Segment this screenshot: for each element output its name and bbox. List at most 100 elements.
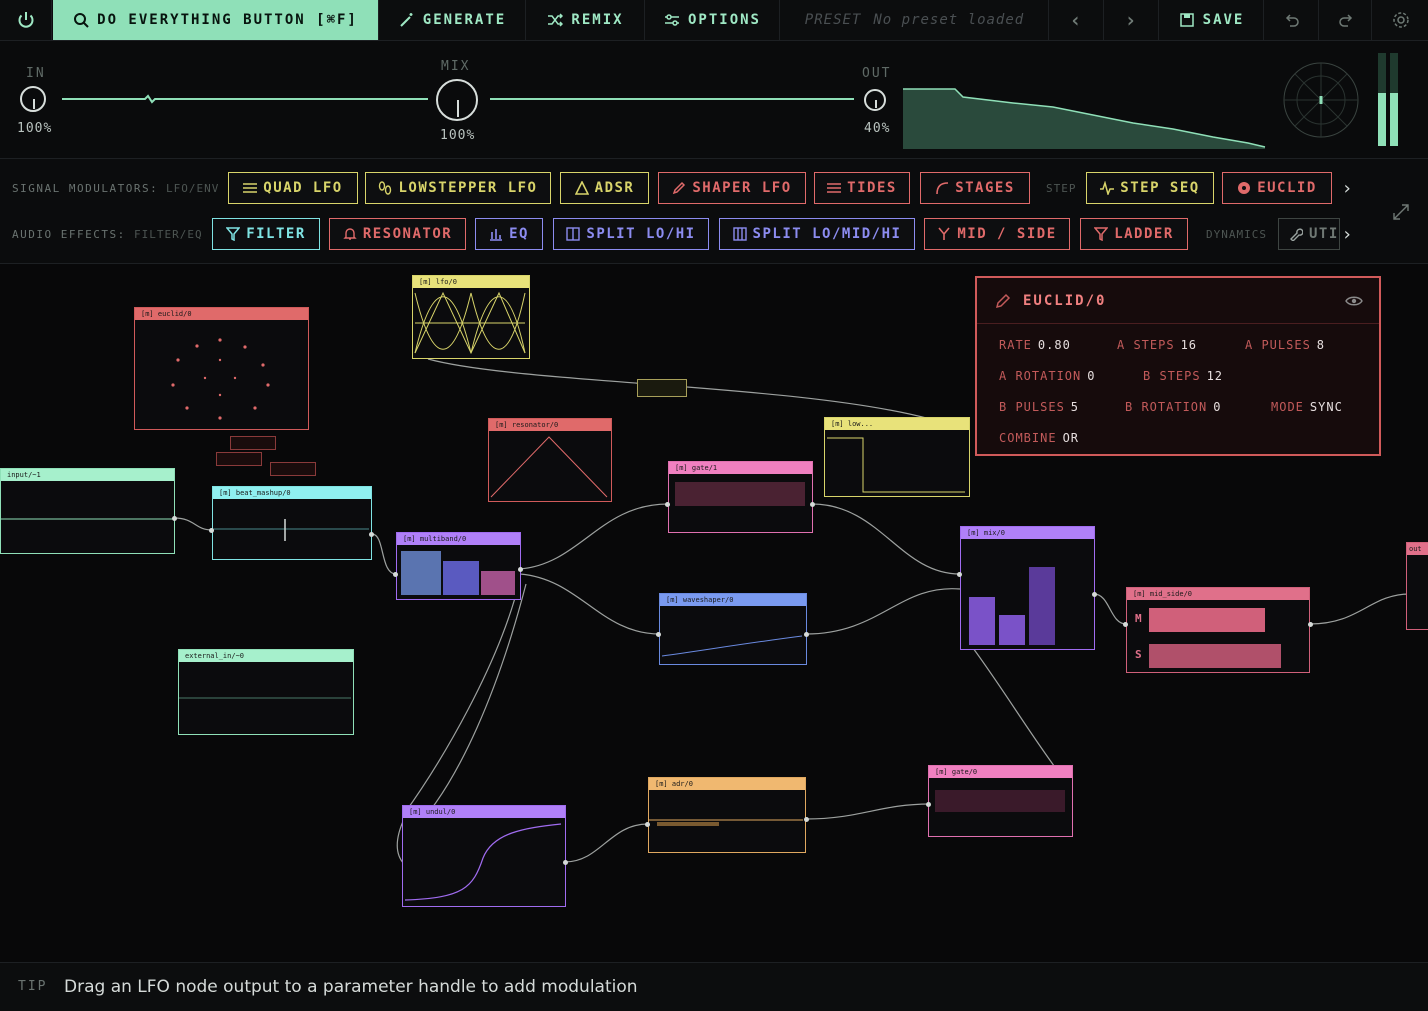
node-gate-1[interactable]: [m] gate/1 [668, 461, 813, 533]
output-waveform [490, 98, 854, 100]
filter-button[interactable]: FILTER [212, 218, 320, 250]
step-seq-button[interactable]: STEP SEQ [1086, 172, 1214, 204]
modulation-amount-pill[interactable] [216, 452, 262, 466]
output-port[interactable] [1308, 622, 1313, 627]
generate-button[interactable]: GENERATE [380, 0, 526, 40]
param-mode[interactable]: MODE SYNC [1271, 400, 1343, 414]
node-euclid[interactable]: [m] euclid/0 [134, 307, 309, 430]
chevron-right-icon: › [1341, 223, 1353, 245]
preset-field[interactable]: PRESET No preset loaded [781, 0, 1049, 40]
output-port[interactable] [563, 860, 568, 865]
input-port[interactable] [645, 822, 650, 827]
param-b-rotation[interactable]: B ROTATION 0 [1125, 400, 1221, 414]
node-input[interactable]: input/~1 [0, 468, 175, 554]
inspector-header: EUCLID/0 [977, 278, 1379, 324]
redo-button[interactable] [1320, 0, 1372, 40]
lowstepper-lfo-label: LOWSTEPPER LFO [398, 180, 538, 196]
modulation-amount-pill[interactable] [637, 379, 687, 397]
quad-lfo-button[interactable]: QUAD LFO [228, 172, 358, 204]
output-port[interactable] [804, 632, 809, 637]
input-port[interactable] [1123, 622, 1128, 627]
param-rate[interactable]: RATE 0.80 [999, 338, 1071, 352]
options-button[interactable]: OPTIONS [646, 0, 780, 40]
preset-prev-button[interactable]: ‹ [1050, 0, 1104, 40]
param-key: COMBINE [999, 431, 1057, 445]
node-adr[interactable]: [m] adr/0 [648, 777, 806, 853]
input-knob[interactable] [20, 86, 46, 112]
node-resonator[interactable]: [m] resonator/0 [488, 418, 612, 502]
output-port[interactable] [810, 502, 815, 507]
remix-button[interactable]: REMIX [527, 0, 645, 40]
mid-level-bar[interactable] [1149, 608, 1265, 632]
param-b-pulses[interactable]: B PULSES 5 [999, 400, 1079, 414]
param-b-steps[interactable]: B STEPS 12 [1143, 369, 1223, 383]
preset-next-button[interactable]: › [1105, 0, 1159, 40]
param-a-rotation[interactable]: A ROTATION 0 [999, 369, 1095, 383]
shaper-lfo-button[interactable]: SHAPER LFO [658, 172, 806, 204]
gate-level-bar [675, 482, 805, 506]
waveshaper-curve [661, 635, 803, 657]
adsr-button[interactable]: ADSR [560, 172, 649, 204]
columns-icon [566, 227, 581, 241]
node-mix[interactable]: [m] mix/0 [960, 526, 1095, 650]
node-waveshaper[interactable]: [m] waveshaper/0 [659, 593, 807, 665]
output-port[interactable] [518, 567, 523, 572]
modulation-amount-pill[interactable] [230, 436, 276, 450]
save-button[interactable]: SAVE [1160, 0, 1264, 40]
euclid-button[interactable]: EUCLID [1222, 172, 1332, 204]
side-level-bar[interactable] [1149, 644, 1281, 668]
node-beat-mashup[interactable]: [m] beat_mashup/0 [212, 486, 372, 560]
node-external-in[interactable]: external_in/~0 [178, 649, 354, 735]
output-port[interactable] [369, 532, 374, 537]
param-value: SYNC [1309, 400, 1343, 414]
param-a-pulses[interactable]: A PULSES 8 [1245, 338, 1325, 352]
node-lfo[interactable]: [m] lfo/0 [412, 275, 530, 359]
search-icon [74, 13, 89, 28]
split-lo-hi-button[interactable]: SPLIT LO/HI [553, 218, 709, 250]
node-multiband[interactable]: [m] multiband/0 [396, 532, 521, 600]
input-port[interactable] [926, 802, 931, 807]
node-mid-side[interactable]: [m] mid_side/0 M S [1126, 587, 1310, 673]
node-title: [m] undul/0 [403, 806, 565, 818]
tides-button[interactable]: TIDES [814, 172, 910, 204]
param-a-steps[interactable]: A STEPS 16 [1117, 338, 1197, 352]
power-button[interactable] [0, 0, 52, 40]
utility-button[interactable]: UTI [1278, 218, 1340, 250]
split-lo-mid-hi-button[interactable]: SPLIT LO/MID/HI [719, 218, 915, 250]
settings-button[interactable] [1373, 0, 1428, 40]
input-port[interactable] [656, 632, 661, 637]
output-knob[interactable] [864, 89, 886, 111]
node-gate-0[interactable]: [m] gate/0 [928, 765, 1073, 837]
eq-button[interactable]: EQ [475, 218, 543, 250]
mix-label: MIX [441, 59, 471, 74]
modulators-scroll-right[interactable]: › [1336, 173, 1358, 203]
mix-knob[interactable] [436, 79, 478, 121]
eye-icon[interactable] [1345, 294, 1363, 308]
expand-toolbox-button[interactable] [1390, 201, 1412, 223]
mid-side-button[interactable]: MID / SIDE [924, 218, 1070, 250]
do-everything-button[interactable]: DO EVERYTHING BUTTON [⌘F] [53, 0, 379, 40]
ladder-label: LADDER [1114, 226, 1174, 242]
modulation-amount-pill[interactable] [270, 462, 316, 476]
node-output[interactable]: out [1406, 542, 1428, 630]
param-combine[interactable]: COMBINE OR [999, 431, 1079, 445]
save-label: SAVE [1202, 12, 1245, 28]
stages-button[interactable]: STAGES [920, 172, 1030, 204]
input-port[interactable] [393, 572, 398, 577]
undo-button[interactable] [1265, 0, 1319, 40]
input-port[interactable] [209, 528, 214, 533]
effects-scroll-right[interactable]: › [1336, 219, 1358, 249]
output-port[interactable] [172, 516, 177, 521]
gear-icon [1392, 12, 1409, 28]
node-undulate[interactable]: [m] undul/0 [402, 805, 566, 907]
output-port[interactable] [804, 817, 809, 822]
input-port[interactable] [957, 572, 962, 577]
ladder-button[interactable]: LADDER [1080, 218, 1188, 250]
node-low[interactable]: [m] low... [824, 417, 970, 497]
input-port[interactable] [665, 502, 670, 507]
remix-label: REMIX [571, 12, 624, 28]
output-port[interactable] [1092, 592, 1097, 597]
node-title: external_in/~0 [179, 650, 353, 662]
lowstepper-lfo-button[interactable]: LOWSTEPPER LFO [365, 172, 551, 204]
resonator-button[interactable]: RESONATOR [329, 218, 466, 250]
